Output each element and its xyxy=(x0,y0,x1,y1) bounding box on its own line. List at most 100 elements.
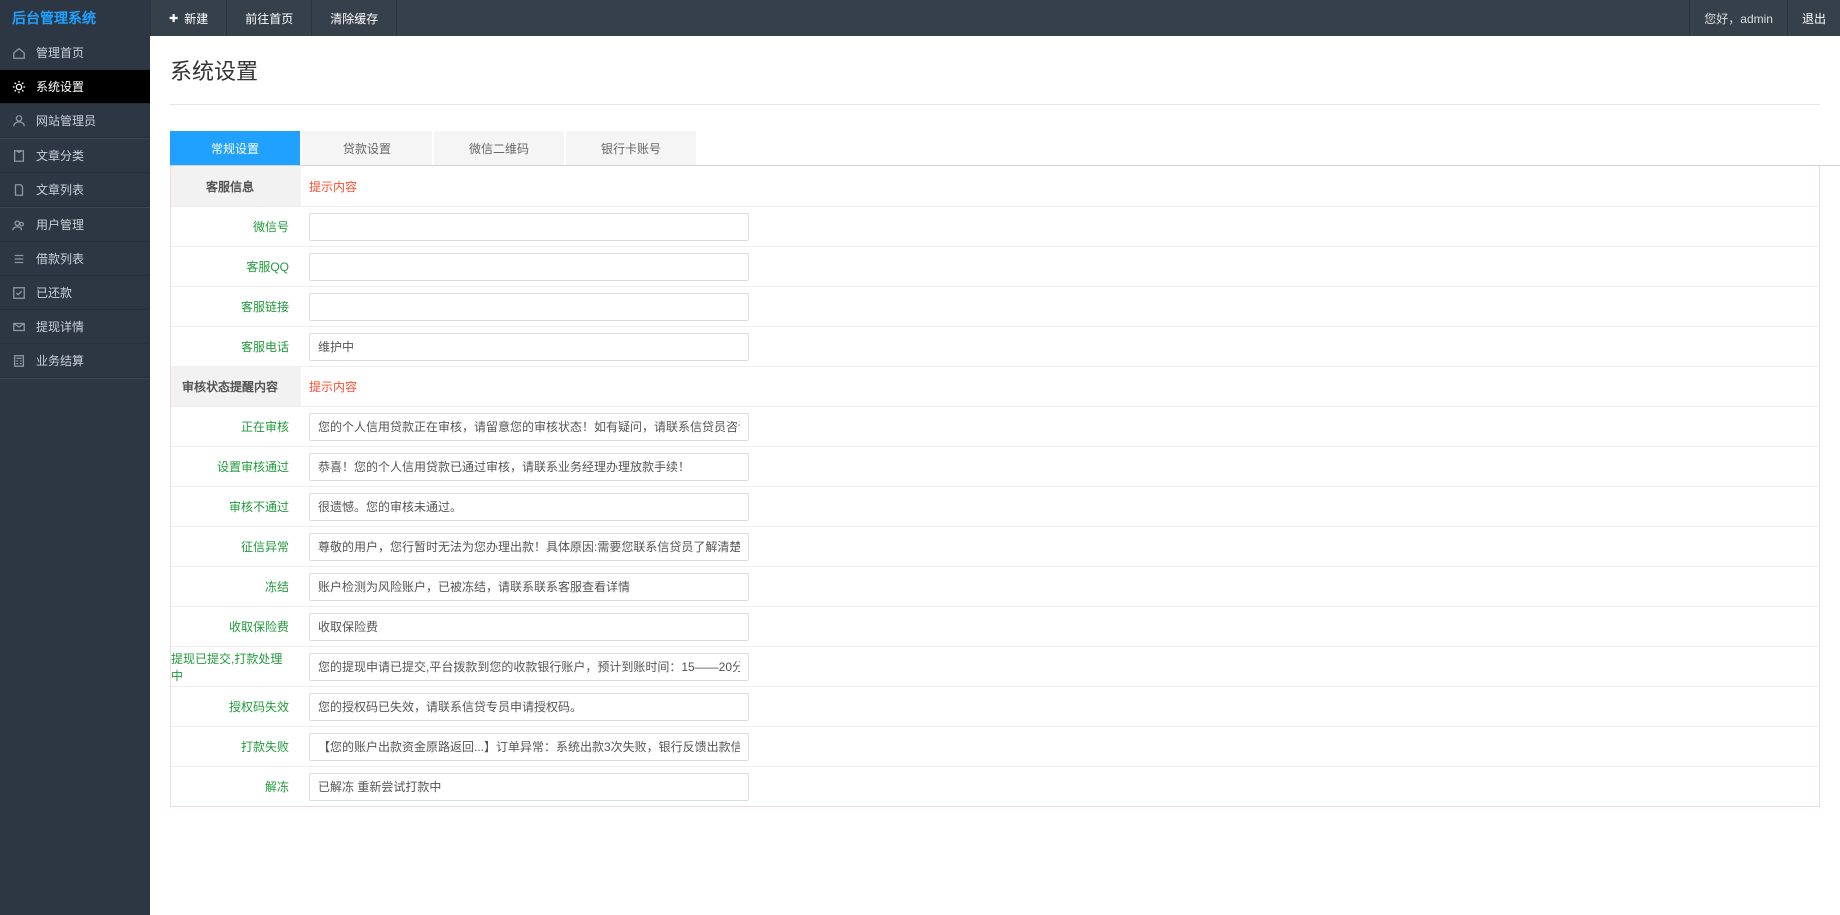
sidebar-item-user-mgmt[interactable]: 用户管理 xyxy=(0,208,150,242)
tab-bar: 常规设置 贷款设置 微信二维码 银行卡账号 xyxy=(170,131,1840,166)
sidebar-item-label: 提现详情 xyxy=(36,318,84,335)
sidebar-item-loan-list[interactable]: 借款列表 xyxy=(0,242,150,276)
field-label: 征信异常 xyxy=(171,527,301,566)
book-icon xyxy=(12,149,26,163)
mail-icon xyxy=(12,320,26,334)
sidebar-item-label: 网站管理员 xyxy=(36,112,96,129)
tab-loan[interactable]: 贷款设置 xyxy=(302,131,432,165)
field-withdraw-submitted: 提现已提交,打款处理中 xyxy=(171,646,1819,686)
sidebar-item-label: 管理首页 xyxy=(36,44,84,61)
section-hint: 提示内容 xyxy=(301,367,1819,406)
field-label: 解冻 xyxy=(171,767,301,806)
link-input[interactable] xyxy=(309,293,749,321)
section-header-customer: 客服信息 提示内容 xyxy=(171,166,1819,206)
field-auditing: 正在审核 xyxy=(171,406,1819,446)
sidebar-item-system-setting[interactable]: 系统设置 xyxy=(0,70,150,104)
sidebar-item-label: 已还款 xyxy=(36,284,72,301)
topbar-clear-label: 清除缓存 xyxy=(330,10,378,27)
sidebar-item-repaid[interactable]: 已还款 xyxy=(0,276,150,310)
field-pay-fail: 打款失败 xyxy=(171,726,1819,766)
auth-expired-input[interactable] xyxy=(309,693,749,721)
section-header-audit: 审核状态提醒内容 提示内容 xyxy=(171,366,1819,406)
withdraw-sub-input[interactable] xyxy=(309,653,749,681)
list-icon xyxy=(12,252,26,266)
topbar-new-label: 新建 xyxy=(184,10,208,27)
sidebar-item-article-list[interactable]: 文章列表 xyxy=(0,173,150,207)
home-icon xyxy=(12,46,26,60)
field-auth-expired: 授权码失效 xyxy=(171,686,1819,726)
phone-input[interactable] xyxy=(309,333,749,361)
field-label: 授权码失效 xyxy=(171,687,301,726)
sidebar-item-settlement[interactable]: 业务结算 xyxy=(0,344,150,378)
topbar-home-label: 前往首页 xyxy=(245,10,293,27)
field-label: 客服QQ xyxy=(171,247,301,286)
main-content: 系统设置 常规设置 贷款设置 微信二维码 银行卡账号 客服信息 提示内容 微信号… xyxy=(150,36,1840,915)
calc-icon xyxy=(12,354,26,368)
field-label: 客服电话 xyxy=(171,327,301,366)
credit-err-input[interactable] xyxy=(309,533,749,561)
users-icon xyxy=(12,218,26,232)
topbar-right: 您好，admin 退出 xyxy=(1689,0,1840,36)
field-label: 审核不通过 xyxy=(171,487,301,526)
field-insurance: 收取保险费 xyxy=(171,606,1819,646)
audit-fail-input[interactable] xyxy=(309,493,749,521)
topbar-clear-cache-button[interactable]: 清除缓存 xyxy=(312,0,397,36)
user-icon xyxy=(12,114,26,128)
field-wechat: 微信号 xyxy=(171,206,1819,246)
doc-icon xyxy=(12,183,26,197)
field-frozen: 冻结 xyxy=(171,566,1819,606)
field-audit-fail: 审核不通过 xyxy=(171,486,1819,526)
sidebar-item-site-admin[interactable]: 网站管理员 xyxy=(0,104,150,138)
sidebar-item-label: 借款列表 xyxy=(36,250,84,267)
sidebar-item-label: 业务结算 xyxy=(36,352,84,369)
sidebar-item-article-cat[interactable]: 文章分类 xyxy=(0,139,150,173)
field-label: 提现已提交,打款处理中 xyxy=(171,647,301,686)
sidebar-item-withdraw[interactable]: 提现详情 xyxy=(0,310,150,344)
page-divider xyxy=(170,104,1820,105)
audit-pass-input[interactable] xyxy=(309,453,749,481)
frozen-input[interactable] xyxy=(309,573,749,601)
page-title: 系统设置 xyxy=(170,54,1820,86)
sidebar-item-label: 用户管理 xyxy=(36,216,84,233)
field-label: 微信号 xyxy=(171,207,301,246)
logout-button[interactable]: 退出 xyxy=(1787,0,1840,36)
section-title: 审核状态提醒内容 xyxy=(171,367,301,406)
sidebar-item-dashboard[interactable]: 管理首页 xyxy=(0,36,150,70)
brand: 后台管理系统 xyxy=(0,0,150,36)
wechat-input[interactable] xyxy=(309,213,749,241)
plus-icon xyxy=(169,11,178,25)
unfreeze-input[interactable] xyxy=(309,773,749,801)
topbar-greeting: 您好，admin xyxy=(1689,0,1787,36)
topbar-home-button[interactable]: 前往首页 xyxy=(227,0,312,36)
tab-bankcard[interactable]: 银行卡账号 xyxy=(566,131,696,165)
field-link: 客服链接 xyxy=(171,286,1819,326)
sidebar: 管理首页 系统设置 网站管理员 文章分类 文章列表 xyxy=(0,36,150,915)
sidebar-item-label: 系统设置 xyxy=(36,78,84,95)
field-label: 收取保险费 xyxy=(171,607,301,646)
qq-input[interactable] xyxy=(309,253,749,281)
field-qq: 客服QQ xyxy=(171,246,1819,286)
section-hint: 提示内容 xyxy=(301,166,1819,206)
sidebar-item-label: 文章列表 xyxy=(36,181,84,198)
field-label: 正在审核 xyxy=(171,407,301,446)
field-label: 打款失败 xyxy=(171,727,301,766)
tab-wechat-qr[interactable]: 微信二维码 xyxy=(434,131,564,165)
settings-form: 客服信息 提示内容 微信号 客服QQ 客服链接 客服电话 审核状态提 xyxy=(170,166,1820,807)
field-phone: 客服电话 xyxy=(171,326,1819,366)
sidebar-item-label: 文章分类 xyxy=(36,147,84,164)
field-credit-err: 征信异常 xyxy=(171,526,1819,566)
auditing-input[interactable] xyxy=(309,413,749,441)
tab-general[interactable]: 常规设置 xyxy=(170,131,300,165)
field-label: 设置审核通过 xyxy=(171,447,301,486)
field-audit-pass: 设置审核通过 xyxy=(171,446,1819,486)
topbar-new-button[interactable]: 新建 xyxy=(150,0,227,36)
gear-icon xyxy=(12,80,26,94)
topbar: 后台管理系统 新建 前往首页 清除缓存 您好，admin 退出 xyxy=(0,0,1840,36)
section-title: 客服信息 xyxy=(171,166,301,206)
check-icon xyxy=(12,286,26,300)
insurance-input[interactable] xyxy=(309,613,749,641)
field-label: 冻结 xyxy=(171,567,301,606)
field-unfreeze: 解冻 xyxy=(171,766,1819,806)
field-label: 客服链接 xyxy=(171,287,301,326)
pay-fail-input[interactable] xyxy=(309,733,749,761)
